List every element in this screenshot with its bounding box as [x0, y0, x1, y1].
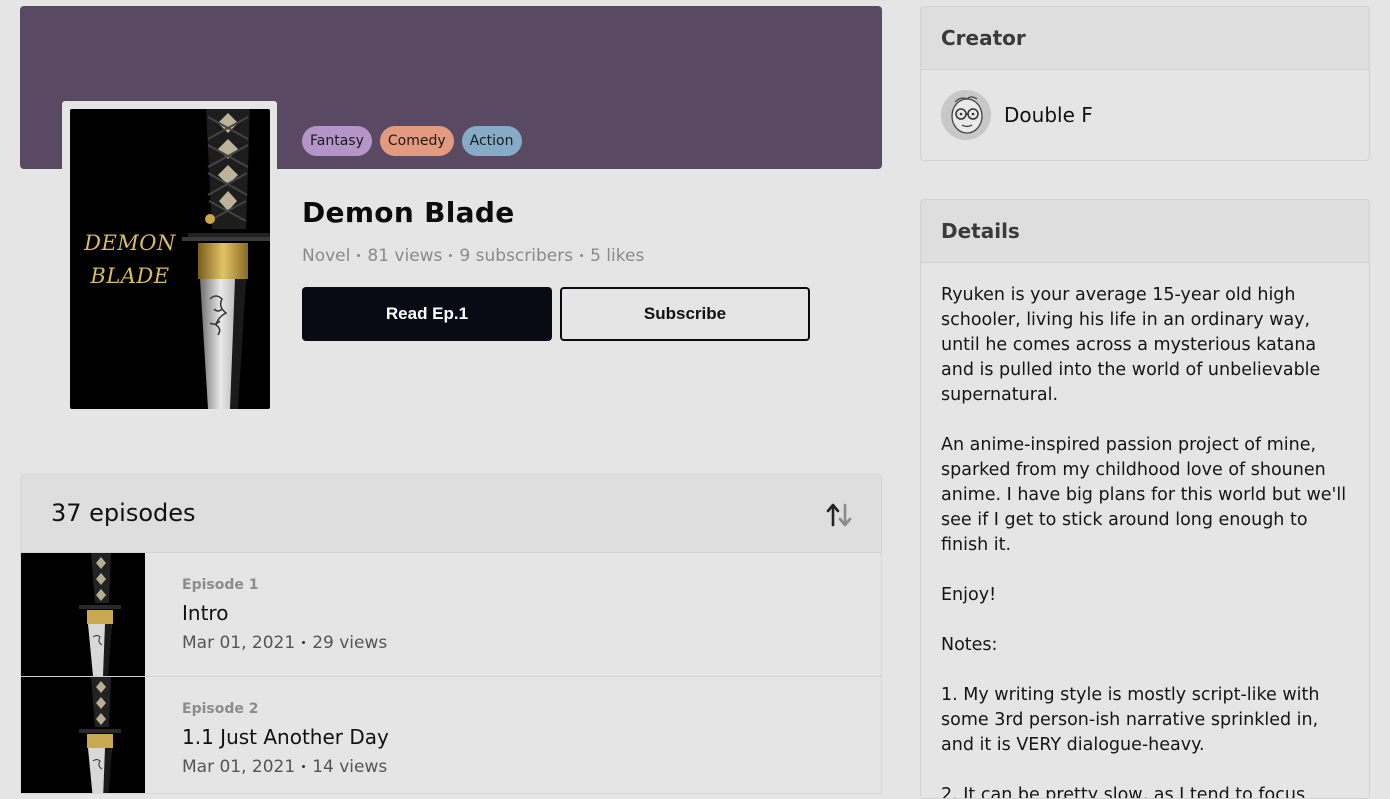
cover-title: DEMON BLADE	[84, 231, 176, 288]
details-paragraph: Ryuken is your average 15-year old high …	[941, 285, 1321, 405]
details-paragraph: Notes:	[941, 635, 998, 655]
separator-dot	[580, 253, 584, 257]
episode-row-2[interactable]: Episode 2 1.1 Just Another Day Mar 01, 2…	[21, 677, 881, 793]
creator-heading: Creator	[941, 26, 1026, 50]
episode-views: 14 views	[312, 757, 388, 777]
genre-tag-action[interactable]: Action	[461, 126, 522, 156]
episode-date: Mar 01, 2021	[182, 757, 296, 777]
separator-dot	[302, 764, 306, 768]
separator-dot	[449, 253, 453, 257]
episode-thumbnail	[21, 553, 145, 676]
creator-avatar[interactable]	[941, 90, 991, 140]
episode-number: Episode 2	[182, 701, 259, 717]
details-paragraph: Enjoy!	[941, 585, 997, 605]
episode-meta: Mar 01, 2021 14 views	[182, 757, 387, 777]
details-description: Ryuken is your average 15-year old high …	[921, 263, 1369, 799]
separator-dot	[302, 640, 306, 644]
subscribers-count: 9 subscribers	[459, 246, 574, 266]
series-title: Demon Blade	[302, 196, 515, 229]
episode-date: Mar 01, 2021	[182, 633, 296, 653]
episode-row-1[interactable]: Episode 1 Intro Mar 01, 2021 29 views	[21, 553, 881, 677]
genre-tag-fantasy[interactable]: Fantasy	[302, 126, 372, 156]
details-paragraph: 1. My writing style is mostly script-lik…	[941, 685, 1320, 755]
episode-title[interactable]: Intro	[182, 601, 228, 625]
creator-body: Double F	[921, 70, 1369, 160]
creator-card: Creator Double F	[920, 6, 1370, 161]
series-cover[interactable]: DEMON BLADE	[70, 109, 270, 409]
creator-name-link[interactable]: Double F	[1004, 103, 1093, 127]
series-type: Novel	[302, 246, 351, 266]
genre-tag-comedy[interactable]: Comedy	[379, 126, 454, 156]
details-paragraph: An anime-inspired passion project of min…	[941, 435, 1347, 555]
details-heading: Details	[941, 219, 1020, 243]
creator-card-header: Creator	[921, 7, 1369, 70]
episode-meta: Mar 01, 2021 29 views	[182, 633, 387, 653]
likes-count: 5 likes	[590, 246, 645, 266]
episodes-header: 37 episodes	[21, 475, 881, 553]
episodes-panel: 37 episodes Episode 1 Intro Mar 01, 2021…	[20, 474, 882, 794]
episodes-count: 37 episodes	[51, 499, 196, 527]
separator-dot	[357, 253, 361, 257]
details-paragraph: 2. It can be pretty slow, as I tend to f…	[941, 785, 1306, 799]
details-card: Details Ryuken is your average 15-year o…	[920, 199, 1370, 799]
episode-thumbnail	[21, 677, 145, 793]
sort-arrows-icon[interactable]	[825, 503, 853, 527]
subscribe-button[interactable]: Subscribe	[560, 287, 810, 341]
views-count: 81 views	[367, 246, 443, 266]
katana-thumbnail-icon	[79, 553, 121, 676]
avatar-face-icon	[941, 90, 991, 140]
episode-views: 29 views	[312, 633, 388, 653]
episode-number: Episode 1	[182, 577, 259, 593]
details-card-header: Details	[921, 200, 1369, 263]
series-stats: Novel 81 views 9 subscribers 5 likes	[302, 246, 644, 266]
read-first-episode-button[interactable]: Read Ep.1	[302, 287, 552, 341]
genre-tags: Fantasy Comedy Action	[302, 126, 522, 156]
episode-title[interactable]: 1.1 Just Another Day	[182, 725, 389, 749]
katana-thumbnail-icon	[79, 677, 121, 793]
